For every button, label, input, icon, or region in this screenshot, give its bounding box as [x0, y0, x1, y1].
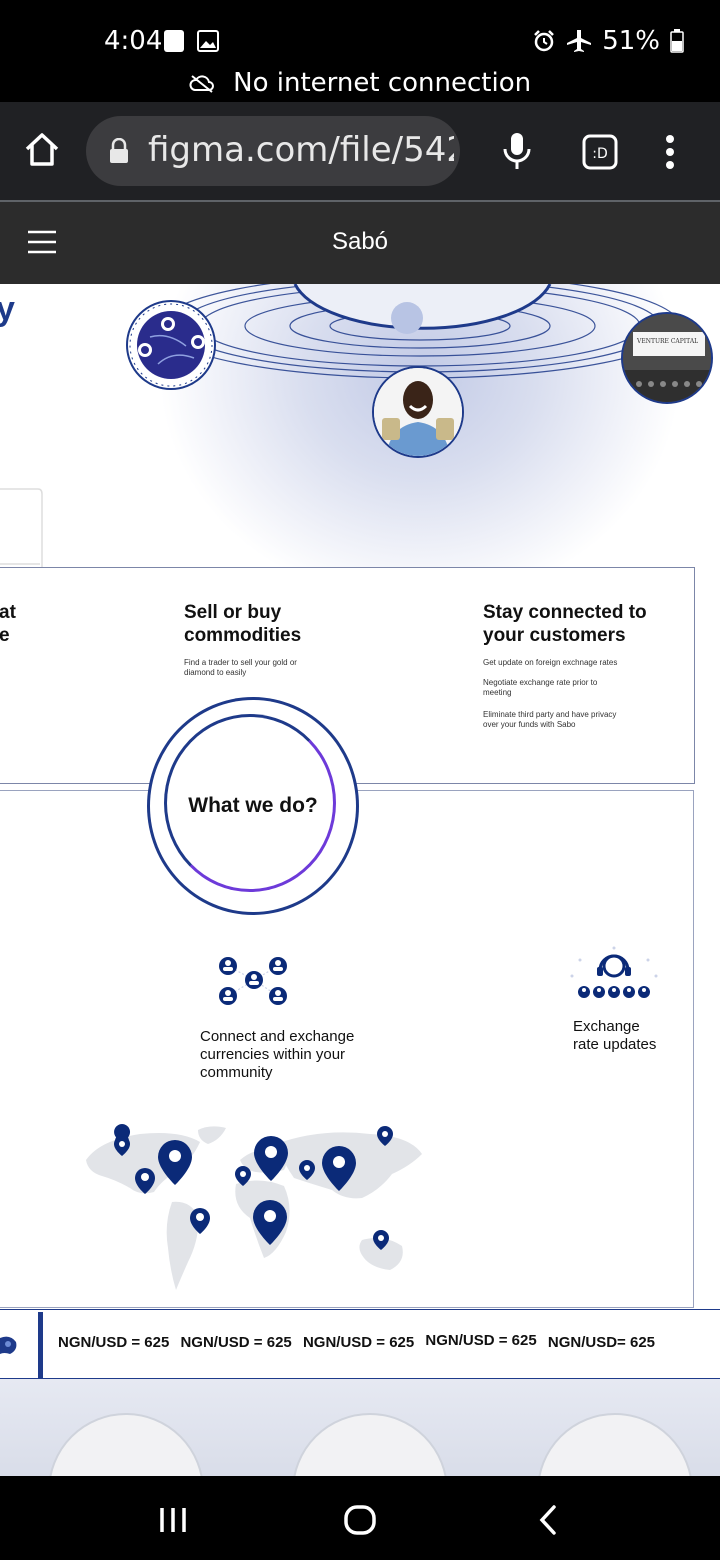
feature-left-partial-line1: at — [0, 602, 16, 623]
community-network-icon — [219, 957, 287, 1005]
ticker-items: NGN/USD = 625 NGN/USD = 625 NGN/USD = 62… — [58, 1332, 662, 1351]
sell-desc-line1: Find a trader to sell your gold or — [184, 658, 297, 667]
feature-left-partial-line2: e — [0, 625, 10, 646]
rate-updates-icon — [570, 946, 658, 998]
status-time: 4:04 — [104, 26, 163, 56]
url-text: figma.com/file/542 — [148, 130, 454, 170]
community-line2: currencies within your — [200, 1046, 346, 1063]
stay-bullet-1: Get update on foreign exchnage rates — [483, 658, 618, 667]
svg-text::D: :D — [592, 146, 608, 162]
alarm-icon — [534, 30, 555, 52]
battery-percent: 51% — [602, 26, 660, 56]
stay-title-line1: Stay connected to — [483, 602, 647, 623]
venture-capital-label: VENTURE CAPITAL — [637, 338, 699, 345]
lower-bubble-2 — [292, 1413, 448, 1476]
community-exchange-text: Connect and exchange currencies within y… — [200, 1028, 400, 1082]
more-vert-icon[interactable] — [662, 134, 678, 170]
ticker-item: NGN/USD = 625 — [425, 1332, 537, 1349]
person-photo — [374, 368, 462, 456]
rate-line1: Exchange — [573, 1018, 640, 1035]
page-content: y VENTURE CAPITAL at e Sell or buy commo… — [0, 284, 720, 1476]
sell-title-line1: Sell or buy — [184, 602, 282, 623]
ticker-logo-icon — [0, 1336, 17, 1354]
stay-connected-title: Stay connected to your customers — [483, 601, 647, 647]
cloud-off-icon — [189, 74, 214, 93]
rate-updates-text: Exchange rate updates — [573, 1018, 693, 1054]
status-bar: 4:04 51% No internet connection — [0, 0, 720, 102]
network-notice-text: No internet connection — [233, 68, 532, 98]
stay-bullet-2: Negotiate exchange rate prior to meeting — [483, 678, 597, 698]
network-globe-icon — [129, 303, 213, 387]
sell-title-line2: commodities — [184, 625, 302, 646]
home-icon[interactable] — [24, 132, 60, 168]
url-field[interactable]: figma.com/file/542 — [86, 116, 460, 186]
browser-toolbar: figma.com/file/542 :D — [0, 102, 720, 200]
tab-switcher-icon[interactable]: :D — [582, 134, 618, 170]
what-we-do-badge: What we do? — [150, 700, 356, 912]
recents-icon[interactable] — [158, 1506, 188, 1534]
system-nav-bar — [0, 1476, 720, 1560]
hero-orbits — [0, 284, 681, 574]
stay-bullet-3-line2: over your funds with Sabo — [483, 720, 576, 729]
stay-bullet-2-line2: meeting — [483, 688, 512, 697]
stay-bullet-3: Eliminate third party and have privacy o… — [483, 710, 616, 730]
home-nav-icon[interactable] — [343, 1504, 377, 1536]
ticker-separator — [38, 1312, 43, 1378]
sell-commodities-title: Sell or buy commodities — [184, 601, 301, 647]
battery-icon — [670, 29, 684, 53]
person-avatar — [372, 366, 464, 458]
mic-icon[interactable] — [502, 132, 532, 172]
app-bar: Sabó — [0, 202, 720, 284]
features-card: at e Sell or buy commodities Find a trad… — [0, 567, 695, 784]
world-map-pins — [86, 1124, 422, 1290]
hero-section: y VENTURE CAPITAL — [0, 284, 720, 574]
back-icon[interactable] — [536, 1504, 560, 1536]
ticker-item: NGN/USD= 625 — [547, 1334, 655, 1351]
network-globe-bubble — [126, 300, 216, 390]
lower-section — [0, 1379, 720, 1476]
stay-bullet-2-line1: Negotiate exchange rate prior to — [483, 678, 598, 687]
what-we-do-title: What we do? — [188, 794, 318, 817]
lower-bubble-1 — [48, 1413, 204, 1476]
venture-capital-bubble: VENTURE CAPITAL — [621, 312, 713, 404]
community-line3: community — [200, 1064, 273, 1081]
ticker-item: NGN/USD = 625 — [58, 1334, 170, 1351]
status-right: 51% — [532, 26, 684, 56]
feature-left-partial: at e — [0, 601, 16, 647]
stay-title-line2: your customers — [483, 625, 626, 646]
hero-heading-partial: y — [0, 290, 15, 328]
airplane-icon — [567, 30, 592, 52]
stay-bullet-3-line1: Eliminate third party and have privacy — [483, 710, 617, 719]
ticker-item: NGN/USD = 625 — [302, 1334, 415, 1351]
community-line1: Connect and exchange — [200, 1028, 355, 1045]
app-title: Sabó — [331, 228, 389, 255]
notification-icons — [164, 30, 219, 52]
network-notice: No internet connection — [0, 68, 720, 98]
typewriter-image — [623, 314, 711, 402]
exchange-rate-ticker: NGN/USD = 625 NGN/USD = 625 NGN/USD = 62… — [0, 1309, 720, 1379]
ticker-item: NGN/USD = 625 — [180, 1334, 292, 1351]
rate-line2: rate updates — [573, 1036, 657, 1053]
lock-icon — [110, 138, 128, 163]
sell-desc-line2: diamond to easily — [184, 668, 247, 677]
lower-bubble-3 — [537, 1413, 693, 1476]
sell-commodities-desc: Find a trader to sell your gold or diamo… — [184, 658, 297, 678]
